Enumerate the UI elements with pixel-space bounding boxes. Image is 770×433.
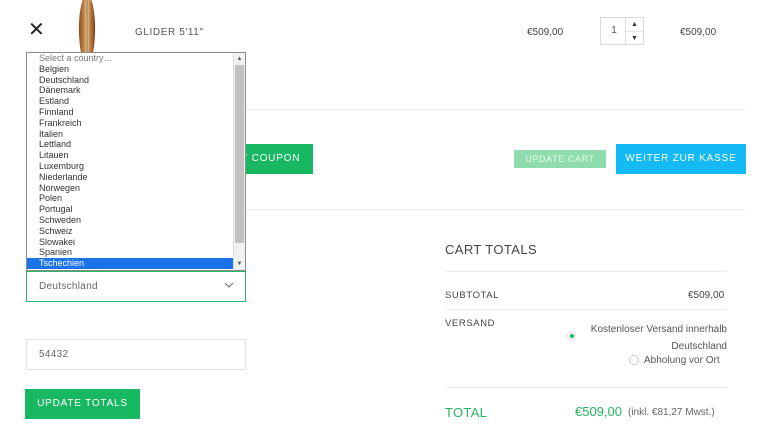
shipping-option-pickup[interactable]: Abholung vor Ort [644, 355, 720, 366]
chevron-down-icon [224, 282, 234, 288]
country-option[interactable]: Finnland [27, 107, 233, 118]
subtotal-value: €509,00 [688, 290, 725, 301]
country-option[interactable]: Schweiz [27, 226, 233, 237]
line-subtotal: €509,00 [680, 27, 717, 38]
country-option[interactable]: Litauen [27, 150, 233, 161]
country-select-value: Deutschland [39, 281, 98, 292]
product-thumbnail[interactable] [73, 0, 101, 60]
shipping-option-free[interactable]: Kostenloser Versand innerhalb Deutschlan… [583, 321, 727, 355]
country-option[interactable]: Niederlande [27, 172, 233, 183]
country-option[interactable]: Dänemark [27, 85, 233, 96]
scroll-up-icon[interactable]: ▲ [234, 54, 245, 64]
country-option[interactable]: Spanien [27, 247, 233, 258]
country-dropdown-list[interactable]: Select a country… Belgien Deutschland Dänem… [26, 52, 246, 271]
country-option[interactable]: Slowakei [27, 237, 233, 248]
country-select[interactable]: Deutschland [26, 271, 246, 302]
shipping-radio-pickup[interactable] [629, 355, 639, 365]
divider [445, 387, 727, 388]
country-option-placeholder[interactable]: Select a country… [27, 53, 233, 64]
divider [245, 109, 745, 110]
divider [445, 271, 727, 272]
dropdown-scrollbar[interactable]: ▲ ▼ [233, 53, 245, 270]
country-option[interactable]: Norwegen [27, 183, 233, 194]
update-totals-button[interactable]: UPDATE TOTALS [25, 389, 140, 419]
shipping-option-free-line2: Deutschland [671, 341, 727, 352]
divider [245, 209, 745, 210]
update-cart-button[interactable]: UPDATE CART [514, 150, 606, 168]
remove-item-button[interactable]: ✕ [28, 20, 45, 40]
country-option[interactable]: Italien [27, 129, 233, 140]
quantity-arrows: ▲ ▼ [625, 18, 643, 44]
product-name[interactable]: GLIDER 5'11" [135, 27, 204, 38]
country-options: Select a country… Belgien Deutschland Dänem… [27, 53, 233, 269]
country-option[interactable]: Polen [27, 193, 233, 204]
checkout-button[interactable]: WEITER ZUR KASSE [616, 144, 746, 174]
scrollbar-thumb[interactable] [235, 65, 244, 243]
divider [445, 309, 727, 310]
postcode-value: 54432 [39, 349, 69, 360]
scroll-down-icon[interactable]: ▼ [234, 259, 245, 269]
country-option[interactable]: Estland [27, 96, 233, 107]
country-option[interactable]: Lettland [27, 139, 233, 150]
country-option[interactable]: Schweden [27, 215, 233, 226]
subtotal-label: SUBTOTAL [445, 290, 500, 301]
shipping-radio-free[interactable] [567, 331, 576, 340]
cart-totals-title: CART TOTALS [445, 242, 538, 257]
total-label: TOTAL [445, 405, 488, 420]
postcode-field[interactable]: 54432 [26, 339, 246, 370]
country-option[interactable]: Portugal [27, 204, 233, 215]
chevron-up-icon[interactable]: ▲ [626, 18, 643, 32]
chevron-down-icon[interactable]: ▼ [626, 32, 643, 45]
country-option[interactable]: Belgien [27, 64, 233, 75]
country-option[interactable]: Deutschland [27, 75, 233, 86]
country-option[interactable]: Luxemburg [27, 161, 233, 172]
shipping-label: VERSAND [445, 318, 496, 329]
country-option[interactable]: Frankreich [27, 118, 233, 129]
total-tax-note: (inkl. €81,27 Mwst.) [628, 407, 715, 418]
total-value: €509,00 [575, 404, 622, 419]
product-price: €509,00 [527, 27, 564, 38]
quantity-stepper[interactable]: 1 ▲ ▼ [600, 17, 644, 45]
country-option[interactable]: Tschechien [27, 258, 233, 269]
quantity-input[interactable]: 1 [601, 18, 627, 44]
shipping-option-free-line1: Kostenloser Versand innerhalb [590, 324, 727, 335]
